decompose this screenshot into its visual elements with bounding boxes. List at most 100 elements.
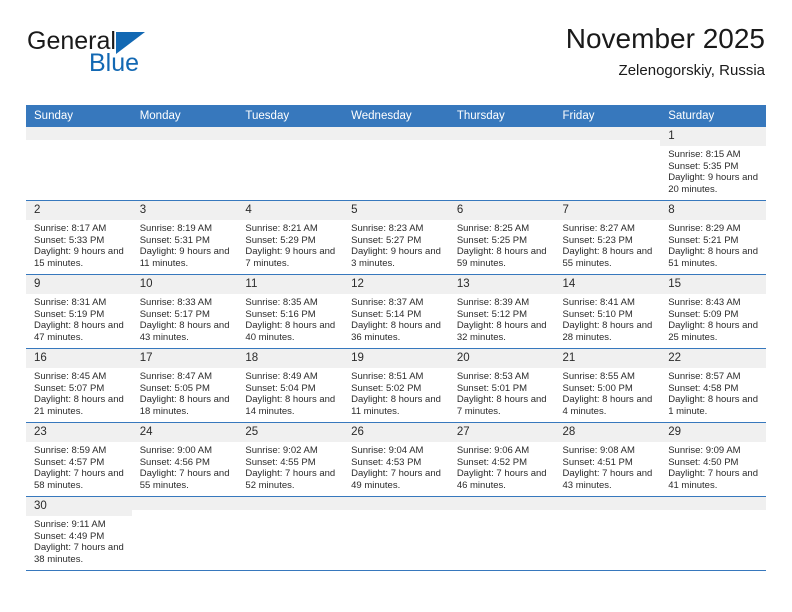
sunset-text: Sunset: 5:07 PM [34, 382, 105, 394]
calendar-day-cell[interactable]: 21 Sunrise: 8:55 AM Sunset: 5:00 PM Dayligh… [554, 348, 661, 423]
daylight-text: Daylight: 9 hours and 7 minutes. [245, 246, 336, 269]
calendar-day-cell[interactable]: 10 Sunrise: 8:33 AM Sunset: 5:17 PM Dayligh… [131, 274, 238, 349]
calendar-day-cell[interactable]: 25 Sunrise: 9:02 AM Sunset: 4:55 PM Dayligh… [237, 422, 344, 497]
day-details: Sunrise: 8:25 AM Sunset: 5:25 PM Daylight:… [449, 220, 555, 269]
sunset-text: Sunset: 5:05 PM [139, 382, 210, 394]
calendar-day-cell[interactable]: 2 Sunrise: 8:17 AM Sunset: 5:33 PM Daylight… [26, 200, 132, 275]
calendar-day-cell[interactable]: 3 Sunrise: 8:19 AM Sunset: 5:31 PM Daylight… [131, 200, 238, 275]
calendar-grid: Sunday Monday Tuesday Wednesday Thursday… [26, 105, 766, 571]
calendar-day-cell[interactable]: 11 Sunrise: 8:35 AM Sunset: 5:16 PM Dayligh… [237, 274, 344, 349]
calendar-week-row: 16 Sunrise: 8:45 AM Sunset: 5:07 PM Dayligh… [26, 348, 766, 423]
calendar-day-cell[interactable]: 30 Sunrise: 9:11 AM Sunset: 4:49 PM Dayligh… [26, 496, 132, 571]
day-details: Sunrise: 8:53 AM Sunset: 5:01 PM Daylight:… [449, 368, 555, 417]
calendar-day-cell[interactable]: 23 Sunrise: 8:59 AM Sunset: 4:57 PM Dayligh… [26, 422, 132, 497]
day-details: Sunrise: 8:27 AM Sunset: 5:23 PM Daylight:… [555, 220, 661, 269]
calendar-day-cell[interactable]: 1 Sunrise: 8:15 AM Sunset: 5:35 PM Daylight… [660, 127, 766, 201]
daylight-text: Daylight: 7 hours and 38 minutes. [34, 542, 124, 565]
calendar-day-cell[interactable]: 28 Sunrise: 9:08 AM Sunset: 4:51 PM Dayligh… [554, 422, 661, 497]
day-details: Sunrise: 8:23 AM Sunset: 5:27 PM Daylight:… [343, 220, 449, 269]
calendar-day-cell[interactable]: 18 Sunrise: 8:49 AM Sunset: 5:04 PM Dayligh… [237, 348, 344, 423]
daylight-text: Daylight: 8 hours and 4 minutes. [562, 394, 653, 417]
sunrise-text: Sunrise: 8:23 AM [351, 223, 424, 234]
weekday-header-thursday: Thursday [448, 105, 555, 127]
sunrise-text: Sunrise: 9:00 AM [139, 445, 213, 456]
sunset-text: Sunset: 4:53 PM [351, 456, 422, 468]
day-details: Sunrise: 8:29 AM Sunset: 5:21 PM Daylight:… [660, 220, 766, 269]
weekday-header-row: Sunday Monday Tuesday Wednesday Thursday… [26, 105, 766, 127]
sunrise-text: Sunrise: 8:41 AM [562, 297, 635, 308]
sunrise-text: Sunrise: 8:59 AM [34, 445, 107, 456]
day-details: Sunrise: 8:43 AM Sunset: 5:09 PM Daylight:… [660, 294, 766, 343]
day-details: Sunrise: 9:06 AM Sunset: 4:52 PM Daylight:… [449, 442, 555, 491]
calendar-day-cell[interactable]: 14 Sunrise: 8:41 AM Sunset: 5:10 PM Dayligh… [554, 274, 661, 349]
calendar-day-cell-empty [448, 496, 555, 571]
day-details: Sunrise: 9:08 AM Sunset: 4:51 PM Daylight:… [555, 442, 661, 491]
calendar-week-row: 30 Sunrise: 9:11 AM Sunset: 4:49 PM Dayligh… [26, 496, 766, 571]
weekday-header-friday: Friday [554, 105, 661, 127]
calendar-day-cell-empty [26, 127, 132, 201]
calendar-day-cell[interactable]: 27 Sunrise: 9:06 AM Sunset: 4:52 PM Dayligh… [448, 422, 555, 497]
daylight-text: Daylight: 7 hours and 49 minutes. [351, 468, 441, 491]
day-number: 21 [554, 349, 661, 368]
sunrise-text: Sunrise: 8:15 AM [668, 149, 741, 160]
day-details: Sunrise: 8:19 AM Sunset: 5:31 PM Daylight:… [132, 220, 238, 269]
sunrise-text: Sunrise: 8:19 AM [139, 223, 213, 234]
daylight-text: Daylight: 8 hours and 59 minutes. [456, 246, 547, 269]
sunset-text: Sunset: 5:31 PM [139, 234, 210, 246]
day-details: Sunrise: 9:00 AM Sunset: 4:56 PM Daylight:… [132, 442, 238, 491]
day-details: Sunrise: 8:37 AM Sunset: 5:14 PM Daylight:… [343, 294, 449, 343]
daylight-text: Daylight: 8 hours and 1 minute. [668, 394, 758, 417]
calendar-day-cell-empty [131, 496, 238, 571]
sunrise-text: Sunrise: 8:51 AM [351, 371, 424, 382]
day-number: 8 [660, 201, 766, 220]
sunrise-text: Sunrise: 9:08 AM [562, 445, 635, 456]
calendar-day-cell[interactable]: 26 Sunrise: 9:04 AM Sunset: 4:53 PM Dayligh… [343, 422, 449, 497]
calendar-day-cell[interactable]: 7 Sunrise: 8:27 AM Sunset: 5:23 PM Daylight… [554, 200, 661, 275]
day-number: 2 [26, 201, 132, 220]
sunset-text: Sunset: 4:50 PM [668, 456, 739, 468]
calendar-day-cell[interactable]: 4 Sunrise: 8:21 AM Sunset: 5:29 PM Daylight… [237, 200, 344, 275]
sunrise-text: Sunrise: 9:06 AM [456, 445, 530, 456]
weekday-header-wednesday: Wednesday [343, 105, 449, 127]
calendar-day-cell[interactable]: 19 Sunrise: 8:51 AM Sunset: 5:02 PM Dayligh… [343, 348, 449, 423]
calendar-day-cell-empty [343, 496, 449, 571]
weekday-header-sunday: Sunday [26, 105, 132, 127]
logo-general-blue[interactable]: General Blue [27, 28, 227, 88]
calendar-day-cell[interactable]: 9 Sunrise: 8:31 AM Sunset: 5:19 PM Daylight… [26, 274, 132, 349]
calendar-day-cell[interactable]: 29 Sunrise: 9:09 AM Sunset: 4:50 PM Dayligh… [660, 422, 766, 497]
calendar-day-cell[interactable]: 16 Sunrise: 8:45 AM Sunset: 5:07 PM Dayligh… [26, 348, 132, 423]
calendar-day-cell[interactable]: 22 Sunrise: 8:57 AM Sunset: 4:58 PM Dayligh… [660, 348, 766, 423]
calendar-day-cell[interactable]: 6 Sunrise: 8:25 AM Sunset: 5:25 PM Daylight… [448, 200, 555, 275]
calendar-day-cell[interactable]: 5 Sunrise: 8:23 AM Sunset: 5:27 PM Daylight… [343, 200, 449, 275]
daylight-text: Daylight: 8 hours and 14 minutes. [245, 394, 336, 417]
day-details: Sunrise: 8:55 AM Sunset: 5:00 PM Daylight:… [555, 368, 661, 417]
daylight-text: Daylight: 8 hours and 25 minutes. [668, 320, 758, 343]
day-number: 28 [554, 423, 661, 442]
day-details: Sunrise: 8:57 AM Sunset: 4:58 PM Daylight:… [660, 368, 766, 417]
sunrise-text: Sunrise: 8:17 AM [34, 223, 107, 234]
sunrise-text: Sunrise: 9:09 AM [668, 445, 741, 456]
day-number: 9 [26, 275, 132, 294]
day-number [660, 497, 766, 510]
calendar-day-cell[interactable]: 12 Sunrise: 8:37 AM Sunset: 5:14 PM Dayligh… [343, 274, 449, 349]
sunset-text: Sunset: 5:10 PM [562, 308, 633, 320]
calendar-day-cell[interactable]: 8 Sunrise: 8:29 AM Sunset: 5:21 PM Daylight… [660, 200, 766, 275]
daylight-text: Daylight: 8 hours and 47 minutes. [34, 320, 124, 343]
calendar-day-cell[interactable]: 20 Sunrise: 8:53 AM Sunset: 5:01 PM Dayligh… [448, 348, 555, 423]
calendar-day-cell-empty [237, 496, 344, 571]
calendar-day-cell[interactable]: 13 Sunrise: 8:39 AM Sunset: 5:12 PM Dayligh… [448, 274, 555, 349]
day-details: Sunrise: 8:35 AM Sunset: 5:16 PM Daylight:… [237, 294, 343, 343]
calendar-day-cell-empty [660, 496, 766, 571]
day-number: 25 [237, 423, 344, 442]
calendar-day-cell[interactable]: 15 Sunrise: 8:43 AM Sunset: 5:09 PM Dayligh… [660, 274, 766, 349]
sunset-text: Sunset: 5:01 PM [456, 382, 528, 394]
daylight-text: Daylight: 7 hours and 43 minutes. [562, 468, 653, 491]
day-number: 16 [26, 349, 132, 368]
daylight-text: Daylight: 8 hours and 51 minutes. [668, 246, 758, 269]
calendar-day-cell[interactable]: 24 Sunrise: 9:00 AM Sunset: 4:56 PM Dayligh… [131, 422, 238, 497]
calendar-day-cell[interactable]: 17 Sunrise: 8:47 AM Sunset: 5:05 PM Dayligh… [131, 348, 238, 423]
daylight-text: Daylight: 7 hours and 46 minutes. [456, 468, 547, 491]
day-number: 20 [448, 349, 555, 368]
sunset-text: Sunset: 5:17 PM [139, 308, 210, 320]
sunrise-text: Sunrise: 8:39 AM [456, 297, 530, 308]
